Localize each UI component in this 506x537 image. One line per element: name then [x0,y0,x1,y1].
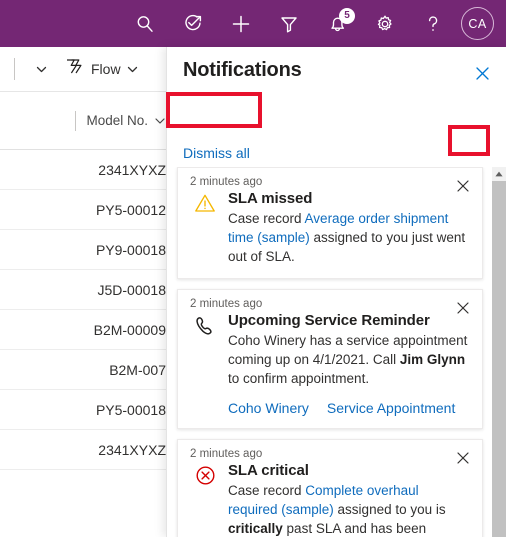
dismiss-notification-close-icon[interactable] [452,175,474,197]
notifications-list: 2 minutes ago SLA missed Case record Ave… [167,167,493,537]
notification-text-mid: assigned to you is [333,502,446,517]
notifications-bell-icon[interactable]: 5 [313,0,361,47]
column-sort-chevron-down-icon[interactable] [154,115,166,127]
notification-emphasis: critically [228,521,283,536]
command-bar: Flow [0,47,180,92]
notifications-panel: Notifications Dismiss all 2 minutes ago [166,47,506,537]
quick-create-icon[interactable] [217,0,265,47]
avatar[interactable]: CA [461,7,494,40]
table-row[interactable]: 2341XYXZ [0,150,180,190]
table-row[interactable]: PY5-00012 [0,190,180,230]
column-header-label: Model No. [86,113,148,128]
command-bar-divider [14,58,15,80]
notification-link-account[interactable]: Coho Winery [228,400,309,416]
notification-text-lead: Case record [228,211,305,226]
cell-model-no: PY9-00018 [95,241,166,258]
flow-icon [65,58,84,80]
cell-model-no: PY5-00012 [95,201,166,218]
dismiss-notification-close-icon[interactable] [452,297,474,319]
notification-title: SLA missed [228,190,313,207]
table-row[interactable]: PY5-00018 [0,390,180,430]
command-bar-overflow-chevron-down-icon[interactable] [29,53,53,85]
cell-model-no: PY5-00018 [95,401,166,418]
list-item[interactable]: 2 minutes ago [177,167,483,279]
list-item[interactable]: 2 minutes ago [177,439,483,537]
scroll-up-arrow-icon[interactable] [492,167,506,181]
notification-timestamp: 2 minutes ago [190,448,263,460]
notifications-panel-header: Notifications [167,47,506,91]
phone-icon [192,312,218,416]
column-divider [75,110,77,131]
cell-model-no: B2M-007 [109,361,166,378]
help-icon[interactable] [409,0,457,47]
search-icon[interactable] [121,0,169,47]
flow-label: Flow [91,61,121,77]
grid-column-header-model-no[interactable]: Model No. [0,92,180,150]
notification-link-appointment[interactable]: Service Appointment [327,400,455,416]
notification-timestamp: 2 minutes ago [190,176,263,188]
notification-body: Case record Average order shipment time … [228,209,470,266]
notification-title: SLA critical [228,462,309,479]
assistant-icon[interactable] [169,0,217,47]
filter-icon[interactable] [265,0,313,47]
cell-model-no: 2341XYXZ [98,441,166,458]
table-row[interactable]: 2341XYXZ [0,430,180,470]
close-icon[interactable] [470,61,494,85]
dismiss-all-link[interactable]: Dismiss all [183,145,250,161]
table-row[interactable]: B2M-00009 [0,310,180,350]
notification-text-tail: to confirm appointment. [228,371,370,386]
cell-model-no: J5D-00018 [97,281,167,298]
avatar-initials: CA [468,16,487,31]
notification-text-lead: Case record [228,483,306,498]
cell-model-no: B2M-00009 [93,321,166,338]
flow-command-button[interactable]: Flow [65,53,121,85]
notification-body: Case record Complete overhaul required (… [228,481,470,537]
warning-triangle-icon [192,190,218,266]
notification-title: Upcoming Service Reminder [228,312,430,329]
page-title: Notifications [183,59,302,81]
table-row[interactable]: J5D-00018 [0,270,180,310]
flow-chevron-down-icon[interactable] [121,53,145,85]
notification-body: Coho Winery has a service appointment co… [228,331,470,388]
settings-gear-icon[interactable] [361,0,409,47]
dismiss-notification-close-icon[interactable] [452,447,474,469]
list-item[interactable]: 2 minutes ago Upcoming Service Reminder [177,289,483,429]
scrollbar-thumb[interactable] [492,181,506,537]
notification-action-links: Coho Winery Service Appointment [228,400,470,416]
top-app-bar: 5 CA [0,0,506,47]
notification-badge-count: 5 [339,8,355,24]
records-grid: Model No. 2341XYXZ PY5-00012 PY9-00018 J… [0,92,180,537]
table-row[interactable]: B2M-007 [0,350,180,390]
grid-bottom-strip [0,523,180,537]
error-circle-icon [192,462,218,537]
table-row[interactable]: PY9-00018 [0,230,180,270]
app-root: 5 CA Flow Model No. 2341XYXZ PY5-00012 P… [0,0,506,537]
notification-contact-name: Jim Glynn [399,352,466,367]
scrollbar[interactable] [492,167,506,537]
cell-model-no: 2341XYXZ [98,161,166,178]
notification-timestamp: 2 minutes ago [190,298,263,310]
